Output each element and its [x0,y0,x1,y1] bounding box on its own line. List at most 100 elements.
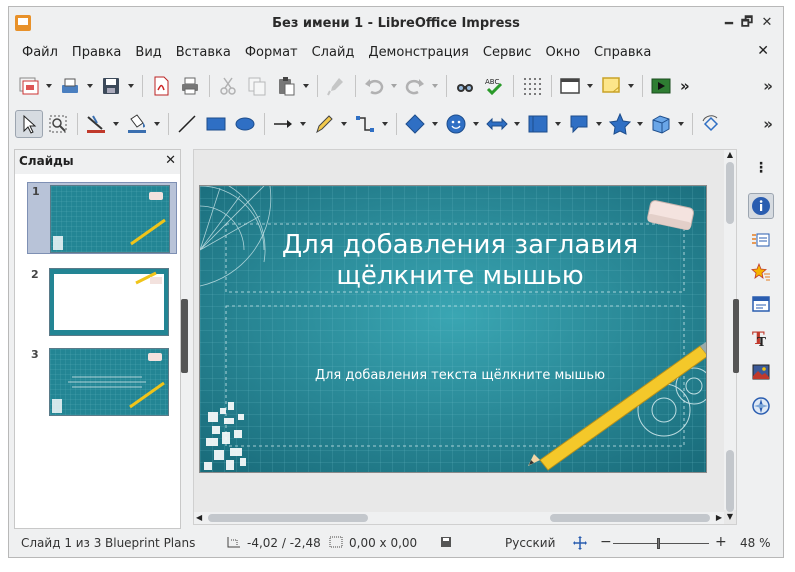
status-zoom-level[interactable]: 48 % [740,536,771,550]
menu-slideshow[interactable]: Демонстрация [361,45,475,60]
callout-dropdown[interactable] [594,110,603,138]
drawing-toolbar-more-icon[interactable]: » [763,115,773,133]
paste-icon[interactable] [272,72,300,100]
line-color-dropdown[interactable] [111,110,120,138]
horizontal-scrollbar[interactable]: ◀ ▶ [194,512,724,524]
slide-thumbnail-3[interactable]: 3 [27,346,177,418]
close-slides-pane-icon[interactable]: ✕ [165,153,176,168]
navigator-icon[interactable] [748,393,774,419]
minimize-icon[interactable]: 🗕 [721,15,737,31]
display-views-icon[interactable] [556,72,584,100]
clone-formatting-icon[interactable] [322,72,350,100]
zoom-slider-track[interactable] [613,543,709,544]
slide-transition-icon[interactable] [748,227,774,253]
toolbar-more-icon[interactable]: » [763,77,773,95]
undo-dropdown[interactable] [389,72,398,100]
symbol-shapes-icon[interactable] [442,110,470,138]
flowchart-dropdown[interactable] [553,110,562,138]
menu-insert[interactable]: Вставка [169,45,238,60]
export-pdf-icon[interactable] [147,72,175,100]
zoom-pan-icon[interactable] [44,110,72,138]
vertical-scroll-thumb[interactable] [726,162,734,224]
notes-dropdown[interactable] [626,72,635,100]
cut-icon[interactable] [214,72,242,100]
scroll-right-icon[interactable]: ▶ [716,513,722,522]
styles-icon[interactable]: TT [748,325,774,351]
fill-color-dropdown[interactable] [152,110,161,138]
menu-format[interactable]: Формат [238,45,305,60]
document-modified-icon[interactable] [440,536,452,551]
master-slides-icon[interactable] [748,291,774,317]
menu-window[interactable]: Окно [538,45,587,60]
scroll-left-icon[interactable]: ◀ [196,513,202,522]
symbol-shapes-dropdown[interactable] [471,110,480,138]
zoom-in-button[interactable]: + [715,534,727,550]
menu-help[interactable]: Справка [587,45,658,60]
rectangle-icon[interactable] [202,110,230,138]
basic-shapes-dropdown[interactable] [430,110,439,138]
arrow-line-dropdown[interactable] [298,110,307,138]
star-dropdown[interactable] [635,110,644,138]
menu-edit[interactable]: Правка [65,45,128,60]
save-icon[interactable] [97,72,125,100]
curve-icon[interactable] [310,110,338,138]
slides-pane-collapse-handle[interactable] [181,299,188,373]
ellipse-icon[interactable] [231,110,259,138]
grid-icon[interactable] [518,72,546,100]
slide-thumbnail-2[interactable]: 2 [27,266,177,338]
undo-icon[interactable] [360,72,388,100]
find-replace-icon[interactable] [451,72,479,100]
slide-canvas[interactable]: Для добавления заглавия щёлкните мышью Д… [199,185,707,473]
spelling-icon[interactable]: ABC [480,72,508,100]
fit-slide-icon[interactable] [573,536,587,553]
print-icon[interactable] [176,72,204,100]
gallery-icon[interactable] [748,359,774,385]
close-document-icon[interactable]: ✕ [757,43,769,59]
redo-icon[interactable] [401,72,429,100]
arrow-line-icon[interactable] [269,110,297,138]
slide-layout-icon[interactable] [15,72,43,100]
block-arrows-dropdown[interactable] [512,110,521,138]
slide-content-placeholder[interactable]: Для добавления текста щёлкните мышью [240,368,680,383]
rotate-icon[interactable] [697,110,725,138]
save-dropdown[interactable] [126,72,135,100]
callout-icon[interactable] [565,110,593,138]
slide-layout-dropdown[interactable] [44,72,53,100]
line-tool-icon[interactable] [173,110,201,138]
save-as-print-icon[interactable] [56,72,84,100]
zoom-slider-thumb[interactable] [657,538,660,549]
scroll-down-icon[interactable]: ▼ [726,512,734,522]
scroll-up-icon[interactable]: ▲ [726,150,734,160]
menu-view[interactable]: Вид [128,45,168,60]
star-icon[interactable] [606,110,634,138]
animation-icon[interactable] [748,259,774,285]
sidebar-menu-icon[interactable]: ⋮ [748,155,774,181]
menu-tools[interactable]: Сервис [476,45,539,60]
properties-icon[interactable] [748,193,774,219]
select-icon[interactable] [15,110,43,138]
horizontal-scroll-thumb[interactable] [208,514,368,522]
connector-icon[interactable] [351,110,379,138]
3d-objects-icon[interactable] [647,110,675,138]
sidebar-collapse-handle[interactable] [733,299,739,373]
paste-dropdown[interactable] [301,72,310,100]
slide-title-placeholder[interactable]: Для добавления заглавия щёлкните мышью [260,230,660,292]
block-arrows-icon[interactable] [483,110,511,138]
display-views-dropdown[interactable] [585,72,594,100]
menu-slide[interactable]: Слайд [305,45,362,60]
3d-objects-dropdown[interactable] [676,110,685,138]
basic-shapes-icon[interactable] [401,110,429,138]
copy-icon[interactable] [243,72,271,100]
redo-dropdown[interactable] [430,72,439,100]
connector-dropdown[interactable] [380,110,389,138]
restore-icon[interactable]: 🗗 [739,15,755,31]
close-window-icon[interactable]: ✕ [759,15,775,31]
curve-dropdown[interactable] [339,110,348,138]
status-master-slide[interactable]: Blueprint Plans [105,536,195,550]
flowchart-icon[interactable] [524,110,552,138]
menu-file[interactable]: Файл [15,45,65,60]
slide-thumbnail-1[interactable]: 1 [27,182,177,254]
fill-color-icon[interactable] [123,110,151,138]
start-show-icon[interactable] [647,72,675,100]
notes-icon[interactable] [597,72,625,100]
